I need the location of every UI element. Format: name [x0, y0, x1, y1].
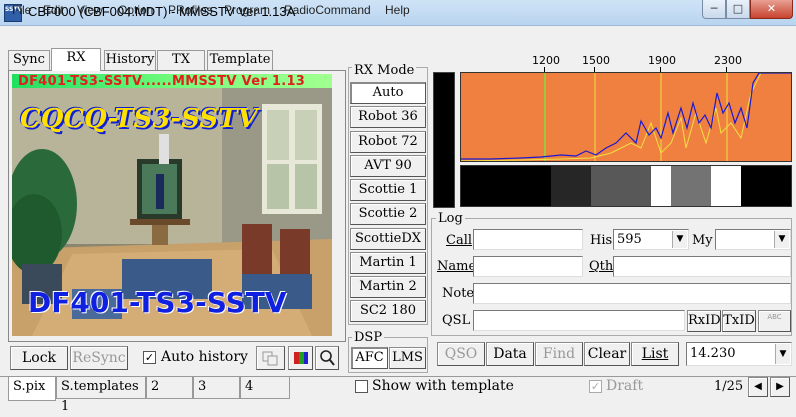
spectrum-scale: 1200 1500 1900 2300 [460, 52, 792, 72]
waterfall-display[interactable] [460, 165, 792, 207]
picture-cq-text: CQCQ-TS3-SSTV [20, 104, 258, 134]
draft-label: Draft [606, 378, 644, 394]
tab-rx[interactable]: RX [51, 48, 101, 71]
list-button[interactable]: List [631, 342, 679, 366]
close-button[interactable]: ✕ [750, 0, 793, 19]
menu-option[interactable]: Option [118, 3, 153, 17]
menu-view[interactable]: View [77, 3, 103, 17]
mode-robot36-button[interactable]: Robot 36 [350, 106, 426, 128]
signal-level-meter [433, 72, 455, 208]
mode-robot72-button[interactable]: Robot 72 [350, 131, 426, 153]
rx-mode-title: RX Mode [352, 63, 417, 78]
chevron-down-icon[interactable]: ▼ [775, 344, 790, 364]
mode-avt90-button[interactable]: AVT 90 [350, 155, 426, 177]
txid-button[interactable]: TxID [722, 310, 756, 332]
qsl-label: QSL [442, 313, 471, 328]
qth-field[interactable] [613, 256, 791, 277]
menu-file[interactable]: File [12, 3, 31, 17]
tick-1900: 1900 [648, 54, 676, 67]
prev-page-icon[interactable]: ◀ [748, 377, 768, 397]
log-title: Log [436, 211, 465, 226]
tab-spix[interactable]: S.pix [8, 377, 56, 401]
note-field[interactable] [473, 283, 791, 304]
auto-history-label: Auto history [161, 349, 248, 365]
menu-help[interactable]: Help [385, 3, 410, 17]
menu-radiocommand[interactable]: RadioCommand [284, 3, 371, 17]
qth-label: Qth [589, 259, 614, 274]
zoom-icon[interactable] [315, 346, 339, 370]
clear-button[interactable]: Clear [584, 342, 630, 366]
picture-status-text: DF401-TS3-SSTV......MMSSTV Ver 1.13 [18, 74, 306, 89]
rxid-button[interactable]: RxID [687, 310, 721, 332]
maximize-button[interactable]: □ [726, 0, 750, 19]
qso-button[interactable]: QSO [437, 342, 485, 366]
tab-stemplates-3[interactable]: 3 [193, 377, 240, 399]
tab-stemplates-2[interactable]: 2 [146, 377, 193, 399]
name-label: Name [437, 259, 477, 274]
mode-scottie2-button[interactable]: Scottie 2 [350, 203, 426, 225]
menu-program[interactable]: Program [224, 3, 270, 17]
tab-stemplates-1[interactable]: S.templates 1 [56, 377, 146, 414]
page-counter: 1/25 [714, 379, 744, 394]
afc-button[interactable]: AFC [351, 347, 388, 369]
note-label: Note [442, 286, 475, 301]
his-label: His [590, 233, 613, 248]
tab-stemplates-4[interactable]: 4 [240, 377, 290, 399]
his-field[interactable]: 595 ▼ [613, 229, 689, 250]
draft-checkbox[interactable]: ✓ [589, 380, 602, 393]
chevron-down-icon[interactable]: ▼ [672, 231, 687, 248]
tick-1200: 1200 [532, 54, 560, 67]
resync-button[interactable]: ReSync [70, 346, 128, 370]
show-template-checkbox[interactable] [355, 380, 368, 393]
menu-bar [0, 27, 796, 47]
palette-icon[interactable] [288, 346, 313, 370]
menu-edit[interactable]: Edit [43, 3, 64, 17]
frequency-value: 14.230 [690, 346, 736, 361]
lms-button[interactable]: LMS [389, 347, 426, 369]
mode-martin1-button[interactable]: Martin 1 [350, 252, 426, 274]
minimize-button[interactable]: ─ [702, 0, 726, 19]
lock-button[interactable]: Lock [10, 346, 68, 370]
his-value: 595 [617, 232, 642, 247]
tab-template[interactable]: Template [207, 50, 273, 70]
mode-scottiedx-button[interactable]: ScottieDX [350, 228, 426, 250]
auto-history-checkbox[interactable]: ✓ [143, 351, 156, 364]
dsp-title: DSP [352, 330, 385, 345]
mode-auto-button[interactable]: Auto [350, 82, 426, 104]
mode-scottie1-button[interactable]: Scottie 1 [350, 179, 426, 201]
name-field[interactable] [473, 256, 583, 277]
tab-history[interactable]: History [104, 50, 156, 70]
menu-profiles[interactable]: PRofiles [168, 3, 213, 17]
mode-martin2-button[interactable]: Martin 2 [350, 276, 426, 298]
abc-button[interactable]: ABC [758, 310, 791, 332]
qsl-field[interactable] [473, 310, 685, 331]
data-button[interactable]: Data [486, 342, 534, 366]
mode-sc2180-button[interactable]: SC2 180 [350, 300, 426, 322]
call-label: Call [446, 233, 473, 248]
my-field[interactable]: ▼ [715, 229, 791, 250]
next-page-icon[interactable]: ▶ [770, 377, 790, 397]
tick-1500: 1500 [582, 54, 610, 67]
show-template-label: Show with template [372, 378, 514, 394]
call-field[interactable] [473, 229, 583, 250]
my-label: My [692, 233, 713, 248]
copy-picture-icon[interactable] [256, 346, 285, 370]
tab-tx[interactable]: TX [157, 50, 205, 70]
chevron-down-icon[interactable]: ▼ [774, 231, 789, 248]
tab-sync[interactable]: Sync [8, 50, 50, 70]
find-button[interactable]: Find [535, 342, 583, 366]
picture-call-text: DF401-TS3-SSTV [28, 286, 287, 319]
frequency-combo[interactable]: 14.230 ▼ [686, 342, 792, 366]
tick-2300: 2300 [714, 54, 742, 67]
spectrum-display[interactable] [460, 72, 792, 162]
